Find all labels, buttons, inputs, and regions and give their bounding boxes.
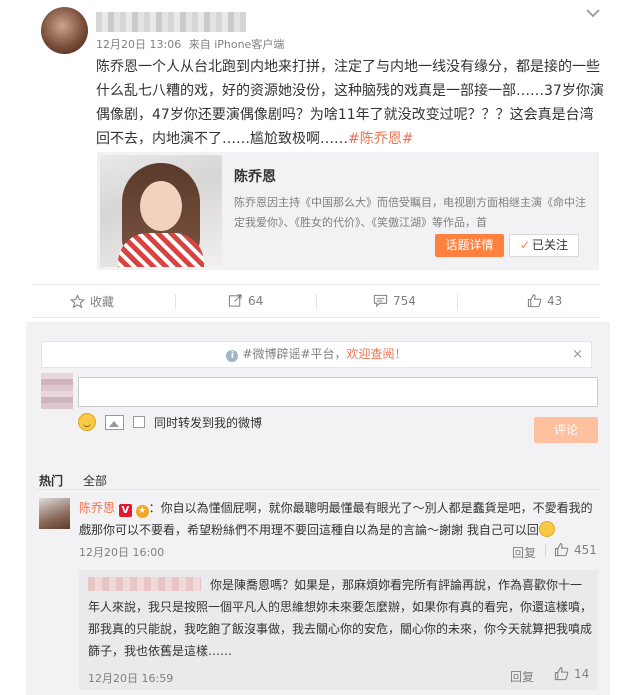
tab-all[interactable]: 全部 [83,472,107,489]
thumbs-up-icon [527,294,542,308]
reply-reply-button[interactable]: 回复 [510,668,534,685]
comment-section: i #微博辟谣#平台，欢迎查阅！ × 同时转发到我的微博 评论 热门 全部 陈乔恩… [26,322,610,695]
emoji-icon[interactable] [78,413,96,431]
comment-like-count: 451 [574,542,597,557]
star-icon [70,294,85,309]
notice-link[interactable]: 欢迎查阅！ [347,347,407,361]
submit-comment-button[interactable]: 评论 [534,417,598,443]
comment-button[interactable]: 754 [373,293,416,308]
post-time[interactable]: 12月20日 13:06 [96,38,181,51]
image-icon[interactable] [105,414,124,430]
commenter-name[interactable]: 陈乔恩 [79,501,115,515]
topic-card-desc: 陈乔恩因主持《中国那么大》而倍受瞩目，电视剧方面相继主演《命中注定我爱你》、《胜… [234,196,586,229]
comment-count: 754 [393,293,416,308]
thumbs-up-icon [554,667,569,681]
comment-reply-button[interactable]: 回复 [512,544,536,561]
post-source: 来自 iPhone客户端 [188,38,285,51]
like-count: 43 [547,293,563,308]
rumor-notice: i #微博辟谣#平台，欢迎查阅！ × [41,341,592,368]
favorite-label: 收藏 [90,295,115,309]
action-bar: 收藏 64 754 43 [33,284,600,318]
tab-hot[interactable]: 热门 [39,472,63,489]
followed-label: 已关注 [532,238,569,252]
topic-link[interactable]: #陈乔恩# [348,131,413,147]
topic-card[interactable]: 陈乔恩 陈乔恩因主持《中国那么大》而倍受瞩目，电视剧方面相继主演《命中注定我爱你… [97,152,599,270]
post-meta: 12月20日 13:06 来自 iPhone客户端 [96,36,288,52]
post-body: 陈乔恩一个人从台北跑到内地来打拼，注定了与内地一线没有缘分，都是接的一些什么乱七… [96,55,604,151]
weibo-post: 12月20日 13:06 来自 iPhone客户端 陈乔恩一个人从台北跑到内地来… [0,0,617,695]
repost-button[interactable]: 64 [228,293,263,308]
thumbs-up-icon [554,543,569,557]
repost-checkbox-label: 同时转发到我的微博 [154,415,263,430]
author-name-blurred[interactable] [96,12,246,32]
repost-checkbox[interactable] [133,416,145,428]
repost-icon [228,294,242,307]
author-avatar[interactable] [41,7,88,54]
comment-text: ：你自以為懂個屁啊，就你最聰明最懂最有眼光了～別人都是蠢貨是吧，不愛看我的戲那你… [79,501,593,537]
close-icon[interactable]: × [572,342,583,367]
laugh-emoji-icon [538,521,555,537]
comment-like-button[interactable]: 451 [554,542,597,557]
comment-input[interactable] [78,377,598,407]
reply-text: 你是陳喬恩嗎？如果是，那麻煩妳看完所有評論再說，作為喜歡你十一年人來說，我只是按… [88,578,593,658]
topic-card-title[interactable]: 陈乔恩 [234,166,276,186]
info-icon: i [226,350,239,362]
topic-detail-button[interactable]: 话题详情 [435,234,504,257]
notice-text: #微博辟谣#平台， [242,347,347,361]
check-icon: ✓ [519,238,531,252]
composer-tools: 同时转发到我的微博 [78,413,262,431]
verified-badge-icon: V [118,504,132,517]
nested-reply: 你是陳喬恩嗎？如果是，那麻煩妳看完所有評論再說，作為喜歡你十一年人來說，我只是按… [79,570,598,690]
repost-count: 64 [248,293,264,308]
favorite-button[interactable]: 收藏 [70,293,114,310]
member-badge-icon: ★ [135,505,149,518]
comment-tabs: 热门 全部 [39,472,107,489]
reply-like-button[interactable]: 14 [554,666,589,681]
followed-button[interactable]: ✓ 已关注 [509,234,579,257]
reply-like-count: 14 [574,666,590,681]
like-button[interactable]: 43 [527,293,562,308]
commenter-avatar[interactable] [39,498,70,529]
comment-body: 陈乔恩 V ★ ：你自以為懂個屁啊，就你最聰明最懂最有眼光了～別人都是蠢貨是吧，不… [79,497,599,541]
comment-icon [373,294,388,308]
chevron-down-icon[interactable] [585,6,601,20]
comment-time: 12月20日 16:00 [79,546,165,559]
reply-time: 12月20日 16:59 [88,672,174,685]
topic-card-image[interactable] [100,155,222,267]
my-avatar-blurred [41,373,73,409]
